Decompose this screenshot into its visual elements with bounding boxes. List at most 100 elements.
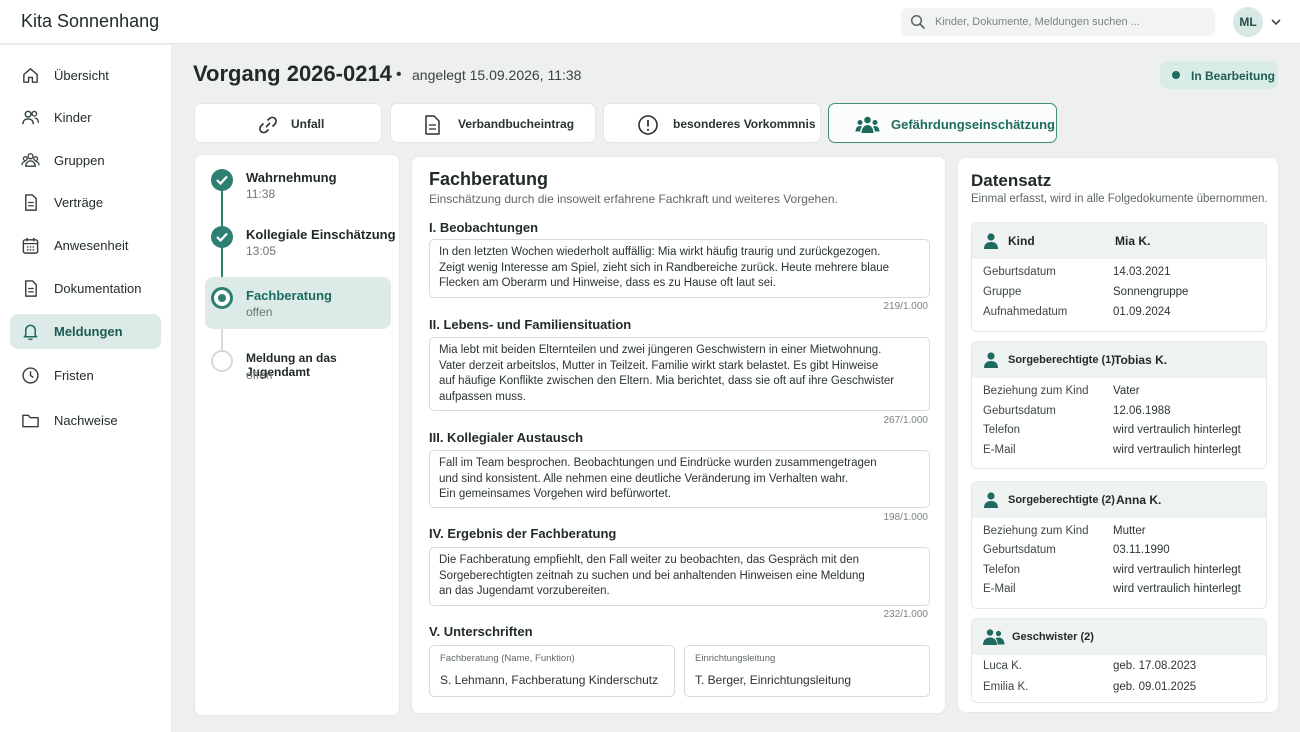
field-key: Aufnahmedatum — [983, 306, 1068, 318]
char-counter: 232/1.000 — [883, 609, 929, 620]
text-line: an das Jugendamt vorzubereiten. — [439, 585, 610, 597]
field-value: 12.06.1988 — [1113, 405, 1171, 417]
sidebar-item-label: Dokumentation — [54, 281, 142, 296]
step-subtitle: offen — [246, 368, 273, 382]
sidebar-item-anwesenheit[interactable]: Anwesenheit — [10, 228, 161, 263]
sidebar-item-label: Verträge — [54, 195, 104, 210]
person-icon — [984, 233, 998, 249]
tab-besonderes-vorkommnis[interactable]: besonderes Vorkommnis — [603, 103, 821, 143]
card-role: Sorgeberechtigte (2) — [1008, 494, 1115, 506]
alert-icon — [638, 115, 658, 135]
tab-verbandbucheintrag[interactable]: Verbandbucheintrag — [390, 103, 596, 143]
top-bar: Kita Sonnenhang ML — [0, 0, 1300, 44]
form-title: Fachberatung — [429, 169, 549, 189]
search-icon — [910, 14, 925, 29]
tab-label: Unfall — [291, 117, 325, 131]
sidebar: Übersicht Kinder Gruppen Verträge Anwese… — [0, 45, 171, 732]
home-icon — [23, 68, 38, 83]
field-value: wird vertraulich hinterlegt — [1113, 444, 1241, 456]
field-value: geb. 17.08.2023 — [1113, 660, 1197, 672]
sorgeberechtigte-2-card: Sorgeberechtigte (2) Anna K. Beziehung z… — [971, 481, 1267, 609]
card-name: Anna K. — [1116, 493, 1162, 507]
search-box[interactable] — [901, 8, 1215, 36]
form-subtitle: Einschätzung durch die insoweit erfahren… — [429, 192, 838, 206]
step-subtitle: 13:05 — [246, 244, 277, 258]
card-role: Kind — [1008, 234, 1035, 248]
text-line: Ein gemeinsames Vorgehen wird befürworte… — [439, 488, 672, 500]
person-icon — [984, 492, 998, 508]
field-key: Emilia K. — [983, 681, 1029, 693]
sidebar-item-fristen[interactable]: Fristen — [10, 358, 161, 393]
text-line: Die Fachberatung empfiehlt, den Fall wei… — [439, 554, 859, 566]
sidebar-item-nachweise[interactable]: Nachweise — [10, 403, 161, 438]
lebenssituation-textarea[interactable]: Mia lebt mit beiden Elternteilen und zwe… — [429, 337, 930, 411]
section-heading: IV. Ergebnis der Fachberatung — [429, 526, 617, 541]
geschwister-card: Geschwister (2) Luca K. geb. 17.08.2023 … — [971, 618, 1267, 703]
field-key: Beziehung zum Kind — [983, 525, 1089, 537]
brand-title: Kita Sonnenhang — [21, 11, 160, 31]
datensatz-subtitle: Einmal erfasst, wird in alle Folgedokume… — [971, 193, 1268, 205]
sidebar-item-label: Nachweise — [54, 413, 118, 428]
field-key: Telefon — [983, 564, 1021, 576]
step-title: Fachberatung — [246, 288, 332, 303]
clock-icon — [22, 367, 39, 384]
sidebar-item-gruppen[interactable]: Gruppen — [10, 143, 161, 178]
step-subtitle: 11:38 — [246, 187, 276, 201]
ergebnis-textarea[interactable]: Die Fachberatung empfiehlt, den Fall wei… — [429, 547, 930, 606]
datensatz-panel: Datensatz Einmal erfasst, wird in alle F… — [957, 157, 1279, 713]
section-heading: V. Unterschriften — [429, 624, 533, 639]
sidebar-item-dokumentation[interactable]: Dokumentation — [10, 271, 161, 306]
tab-gefaehrdungseinschaetzung[interactable]: Gefährdungseinschätzung — [828, 103, 1057, 143]
field-value: 14.03.2021 — [1113, 266, 1171, 278]
status-dot — [1172, 71, 1180, 79]
status-badge-label: In Bearbeitung — [1191, 69, 1276, 83]
field-value: wird vertraulich hinterlegt — [1113, 564, 1241, 576]
signature-einrichtungsleitung-field[interactable]: Einrichtungsleitung T. Berger, Einrichtu… — [684, 645, 930, 697]
open-step-icon — [211, 350, 233, 372]
folder-icon — [22, 414, 39, 428]
sidebar-item-uebersicht[interactable]: Übersicht — [10, 58, 161, 93]
sidebar-item-vertraege[interactable]: Verträge — [10, 185, 161, 220]
field-key: Gruppe — [983, 286, 1022, 298]
card-name: Mia K. — [1115, 234, 1151, 248]
text-line: und sind konsistent. Alle nehmen eine de… — [439, 472, 849, 485]
signature-fachberatung-field[interactable]: Fachberatung (Name, Funktion) S. Lehmann… — [429, 645, 675, 697]
text-line: Mia lebt mit beiden Elternteilen und zwe… — [439, 344, 882, 356]
document-icon — [425, 115, 440, 135]
chevron-down-icon[interactable] — [1270, 16, 1282, 28]
field-value: wird vertraulich hinterlegt — [1113, 583, 1241, 595]
search-input[interactable] — [935, 8, 1207, 36]
field-key: Beziehung zum Kind — [983, 385, 1089, 397]
tab-unfall[interactable]: Unfall — [194, 103, 382, 143]
field-value: Mutter — [1113, 525, 1146, 537]
card-header: Geschwister (2) — [972, 619, 1266, 655]
text-line: Zeigt wenig Interesse am Spiel, zieht si… — [439, 261, 890, 274]
field-key: E-Mail — [983, 444, 1016, 456]
field-value: 01.09.2024 — [1113, 306, 1171, 318]
tab-label: Gefährdungseinschätzung — [891, 117, 1055, 132]
sidebar-item-kinder[interactable]: Kinder — [10, 100, 161, 135]
beobachtungen-textarea[interactable]: In den letzten Wochen wiederholt auffäll… — [429, 239, 930, 298]
users-icon — [22, 110, 40, 125]
sidebar-item-meldungen[interactable]: Meldungen — [10, 314, 161, 349]
title-separator: • — [396, 66, 402, 83]
char-counter: 267/1.000 — [883, 415, 929, 426]
link-icon — [259, 116, 277, 134]
user-avatar[interactable]: ML — [1233, 7, 1263, 37]
page-title: Vorgang 2026-0214 — [193, 61, 392, 86]
field-key: Geburtsdatum — [983, 266, 1056, 278]
text-line: Sorgeberechtigten zeitnah zu suchen und … — [439, 569, 865, 582]
bell-icon — [23, 324, 38, 341]
austausch-textarea[interactable]: Fall im Team besprochen. Beobachtungen u… — [429, 450, 930, 508]
person-icon — [984, 352, 998, 368]
datensatz-title: Datensatz — [971, 171, 1052, 190]
check-icon — [211, 169, 233, 191]
text-line: auf häufige Konflikte zwischen den Elter… — [439, 375, 895, 387]
section-heading: III. Kollegialer Austausch — [429, 430, 584, 445]
text-line: In den letzten Wochen wiederholt auffäll… — [439, 246, 881, 258]
section-heading: II. Lebens- und Familiensituation — [429, 317, 632, 332]
sidebar-item-label: Kinder — [54, 110, 92, 125]
step-subtitle: offen — [246, 305, 273, 319]
field-key: Telefon — [983, 424, 1021, 436]
card-role: Geschwister (2) — [1012, 631, 1094, 643]
